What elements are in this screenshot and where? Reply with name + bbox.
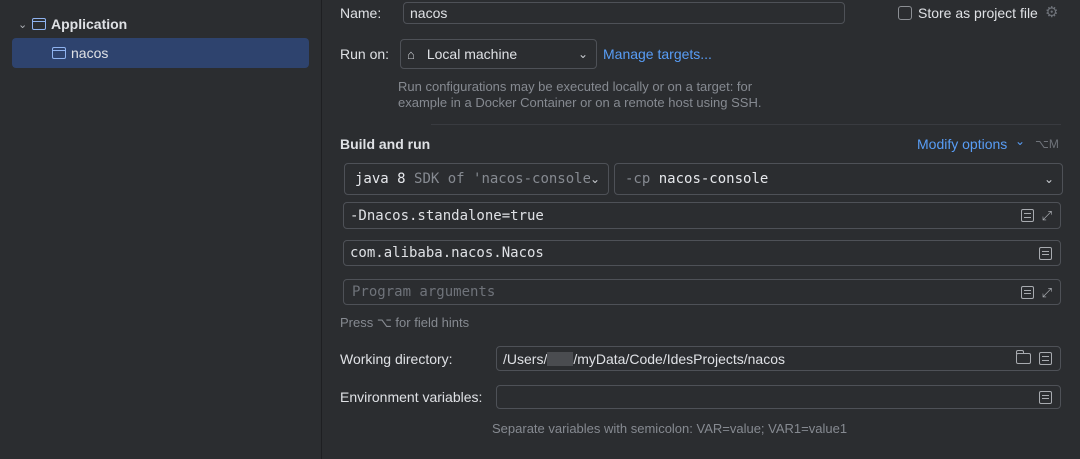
main-class-input[interactable]: com.alibaba.nacos.Nacos (343, 240, 1061, 266)
program-arguments-input[interactable]: Program arguments ⤢ (343, 279, 1061, 305)
store-as-project-label: Store as project file (918, 5, 1038, 21)
run-on-select[interactable]: ⌂ Local machine ⌄ (400, 39, 597, 69)
tree-group-label: Application (51, 16, 128, 32)
name-label: Name: (340, 5, 382, 21)
jdk-version: java 8 (355, 171, 406, 187)
name-input[interactable]: nacos (403, 2, 845, 24)
section-divider (431, 124, 1061, 125)
list-icon[interactable] (1020, 285, 1034, 299)
application-icon (32, 18, 46, 30)
run-on-hint-line-2: example in a Docker Container or on a re… (398, 95, 762, 110)
redacted-block (547, 351, 574, 366)
field-hints-text: Press ⌥ for field hints (340, 315, 470, 330)
application-icon (52, 47, 66, 59)
modify-options-link[interactable]: Modify options (917, 136, 1007, 152)
tree-item-label: nacos (71, 45, 109, 61)
working-directory-input[interactable]: /Users//myData/Code/IdesProjects/nacos (496, 346, 1061, 371)
working-directory-label: Working directory: (340, 351, 453, 367)
chevron-down-icon[interactable]: ⌄ (1015, 134, 1025, 148)
environment-variables-hint: Separate variables with semicolon: VAR=v… (492, 421, 848, 436)
tree-group-application[interactable]: ⌄ Application (18, 14, 127, 34)
home-icon: ⌂ (407, 46, 415, 62)
run-config-tree: ⌄ Application nacos (0, 0, 322, 459)
expand-icon[interactable]: ⤢ (1042, 209, 1052, 222)
environment-variables-label: Environment variables: (340, 389, 483, 405)
build-and-run-title: Build and run (340, 136, 431, 152)
jdk-select[interactable]: java 8 SDK of 'nacos-console' ⌄ (344, 163, 609, 195)
gear-icon[interactable]: ⚙ (1045, 3, 1058, 21)
chevron-down-icon[interactable]: ⌄ (18, 18, 32, 31)
list-icon[interactable] (1039, 352, 1052, 365)
store-as-project-checkbox[interactable] (898, 6, 912, 20)
run-config-form: Name: nacos Store as project file ⚙ Run … (323, 0, 1080, 459)
environment-variables-input[interactable] (496, 385, 1061, 409)
chevron-down-icon: ⌄ (1043, 172, 1054, 186)
list-icon[interactable] (1039, 246, 1052, 260)
modify-options-shortcut: ⌥M (1035, 137, 1059, 151)
classpath-module-select[interactable]: -cp nacos-console ⌄ (614, 163, 1063, 195)
classpath-prefix: -cp (625, 171, 651, 187)
list-icon[interactable] (1039, 390, 1052, 404)
tree-item-nacos[interactable]: nacos (12, 38, 309, 68)
chevron-down-icon: ⌄ (577, 47, 588, 61)
manage-targets-link[interactable]: Manage targets... (603, 46, 712, 62)
expand-icon[interactable]: ⤢ (1042, 286, 1052, 299)
list-icon[interactable] (1020, 209, 1034, 222)
chevron-down-icon: ⌄ (589, 172, 600, 186)
jdk-hint: SDK of 'nacos-console' (414, 171, 590, 187)
vm-options-input[interactable]: -Dnacos.standalone=true ⤢ (343, 202, 1061, 229)
run-on-label: Run on: (340, 46, 390, 62)
folder-icon[interactable] (1016, 350, 1031, 364)
classpath-module: nacos-console (658, 171, 769, 187)
